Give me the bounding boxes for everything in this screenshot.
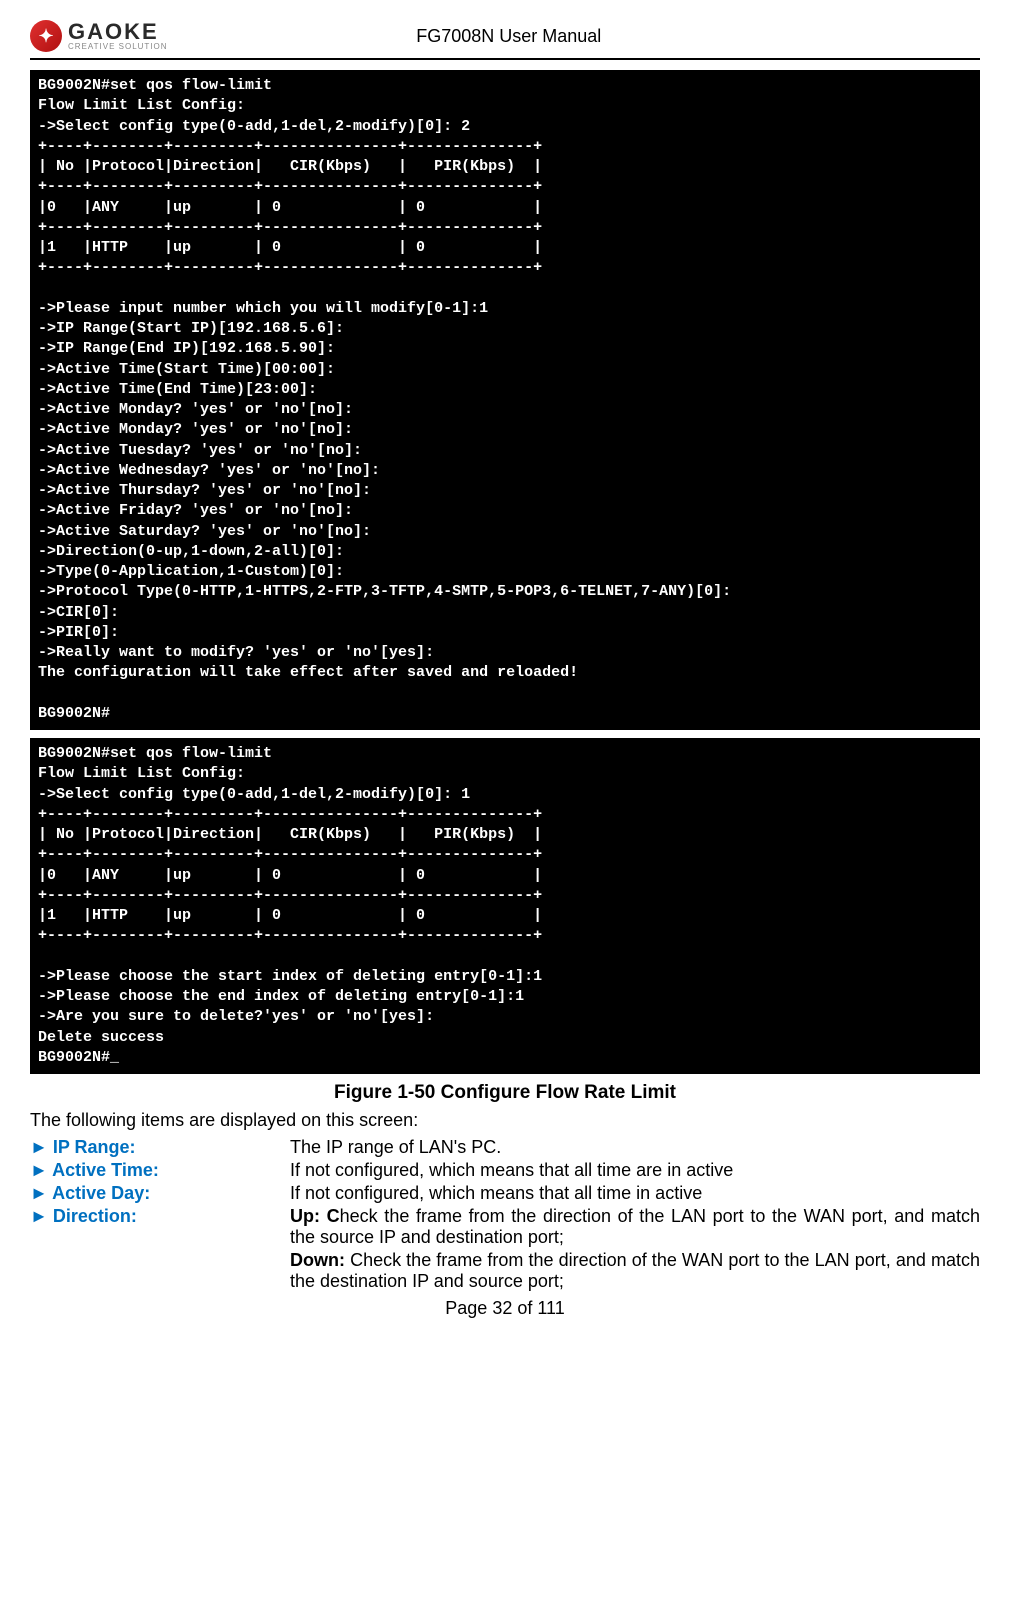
down-rest: Check the frame from the direction of th… xyxy=(290,1250,980,1291)
def-direction: Direction: Up: Check the frame from the … xyxy=(30,1206,980,1248)
up-rest: heck the frame from the direction of the… xyxy=(290,1206,980,1247)
def-active-time: Active Time: If not configured, which me… xyxy=(30,1160,980,1181)
intro-text: The following items are displayed on thi… xyxy=(30,1110,980,1131)
def-text: The IP range of LAN's PC. xyxy=(290,1137,980,1158)
logo-text: GAOKE xyxy=(68,21,168,43)
def-text: If not configured, which means that all … xyxy=(290,1160,980,1181)
def-ip-range: IP Range: The IP range of LAN's PC. xyxy=(30,1137,980,1158)
up-prefix: Up: C xyxy=(290,1206,340,1226)
down-prefix: Down: xyxy=(290,1250,345,1270)
def-text: If not configured, which means that all … xyxy=(290,1183,980,1204)
terminal-modify-session: BG9002N#set qos flow-limit Flow Limit Li… xyxy=(30,70,980,730)
header-rule xyxy=(30,58,980,60)
def-direction-down: Down: Check the frame from the direction… xyxy=(290,1250,980,1292)
def-label: IP Range: xyxy=(30,1137,290,1158)
logo-subtext: CREATIVE SOLUTION xyxy=(68,43,168,51)
page-number: Page 32 of 111 xyxy=(30,1298,980,1319)
def-label: Direction: xyxy=(30,1206,290,1248)
brand-logo: ✦ GAOKE CREATIVE SOLUTION xyxy=(30,20,168,52)
figure-caption: Figure 1-50 Configure Flow Rate Limit xyxy=(30,1082,980,1104)
manual-title: FG7008N User Manual xyxy=(168,26,850,47)
terminal-delete-session: BG9002N#set qos flow-limit Flow Limit Li… xyxy=(30,738,980,1074)
def-label: Active Time: xyxy=(30,1160,290,1181)
page-header: ✦ GAOKE CREATIVE SOLUTION FG7008N User M… xyxy=(30,20,980,52)
def-label: Active Day: xyxy=(30,1183,290,1204)
logo-icon: ✦ xyxy=(30,20,62,52)
def-text: Up: Check the frame from the direction o… xyxy=(290,1206,980,1248)
def-active-day: Active Day: If not configured, which mea… xyxy=(30,1183,980,1204)
